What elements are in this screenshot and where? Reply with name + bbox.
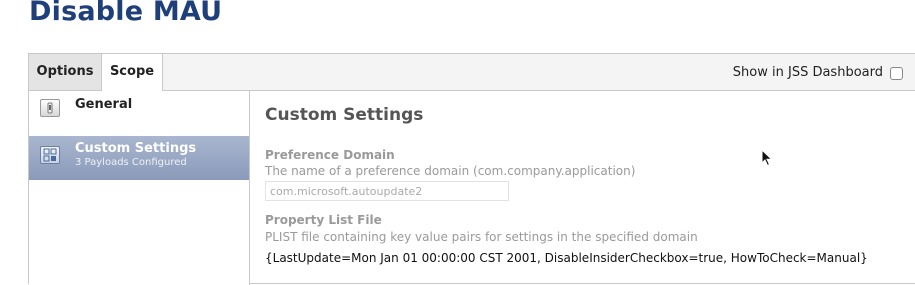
section-title: Custom Settings [265, 105, 424, 125]
tab-options[interactable]: Options [29, 54, 102, 90]
mouse-cursor-icon [761, 149, 773, 167]
preference-domain-label: Preference Domain [265, 148, 395, 162]
property-list-description: PLIST file containing key value pairs fo… [265, 230, 698, 244]
payload-content: Custom Settings Preference Domain The na… [250, 91, 915, 285]
sidebar-item-label: General [75, 97, 133, 112]
payload-sidebar: General Custom Settings 3 Payloads Confi… [29, 91, 250, 285]
page-title: Disable MAU [29, 0, 223, 27]
tab-bar: Options Scope Show in JSS Dashboard [29, 54, 915, 91]
dashboard-checkbox[interactable] [890, 67, 903, 80]
sidebar-item-sublabel: 3 Payloads Configured [75, 157, 187, 168]
tab-scope[interactable]: Scope [102, 54, 163, 91]
settings-panel: Options Scope Show in JSS Dashboard Gene… [28, 53, 915, 285]
switch-icon [40, 99, 60, 117]
preference-domain-input[interactable] [265, 181, 509, 201]
sidebar-item-custom-settings[interactable]: Custom Settings 3 Payloads Configured [29, 136, 249, 180]
preference-domain-description: The name of a preference domain (com.com… [265, 164, 636, 178]
property-list-value: {LastUpdate=Mon Jan 01 00:00:00 CST 2001… [265, 251, 868, 265]
property-list-label: Property List File [265, 213, 382, 227]
sidebar-item-general[interactable]: General [29, 91, 249, 135]
dashboard-label: Show in JSS Dashboard [732, 65, 883, 80]
sidebar-item-label: Custom Settings [75, 141, 197, 156]
custom-settings-icon [40, 146, 60, 164]
